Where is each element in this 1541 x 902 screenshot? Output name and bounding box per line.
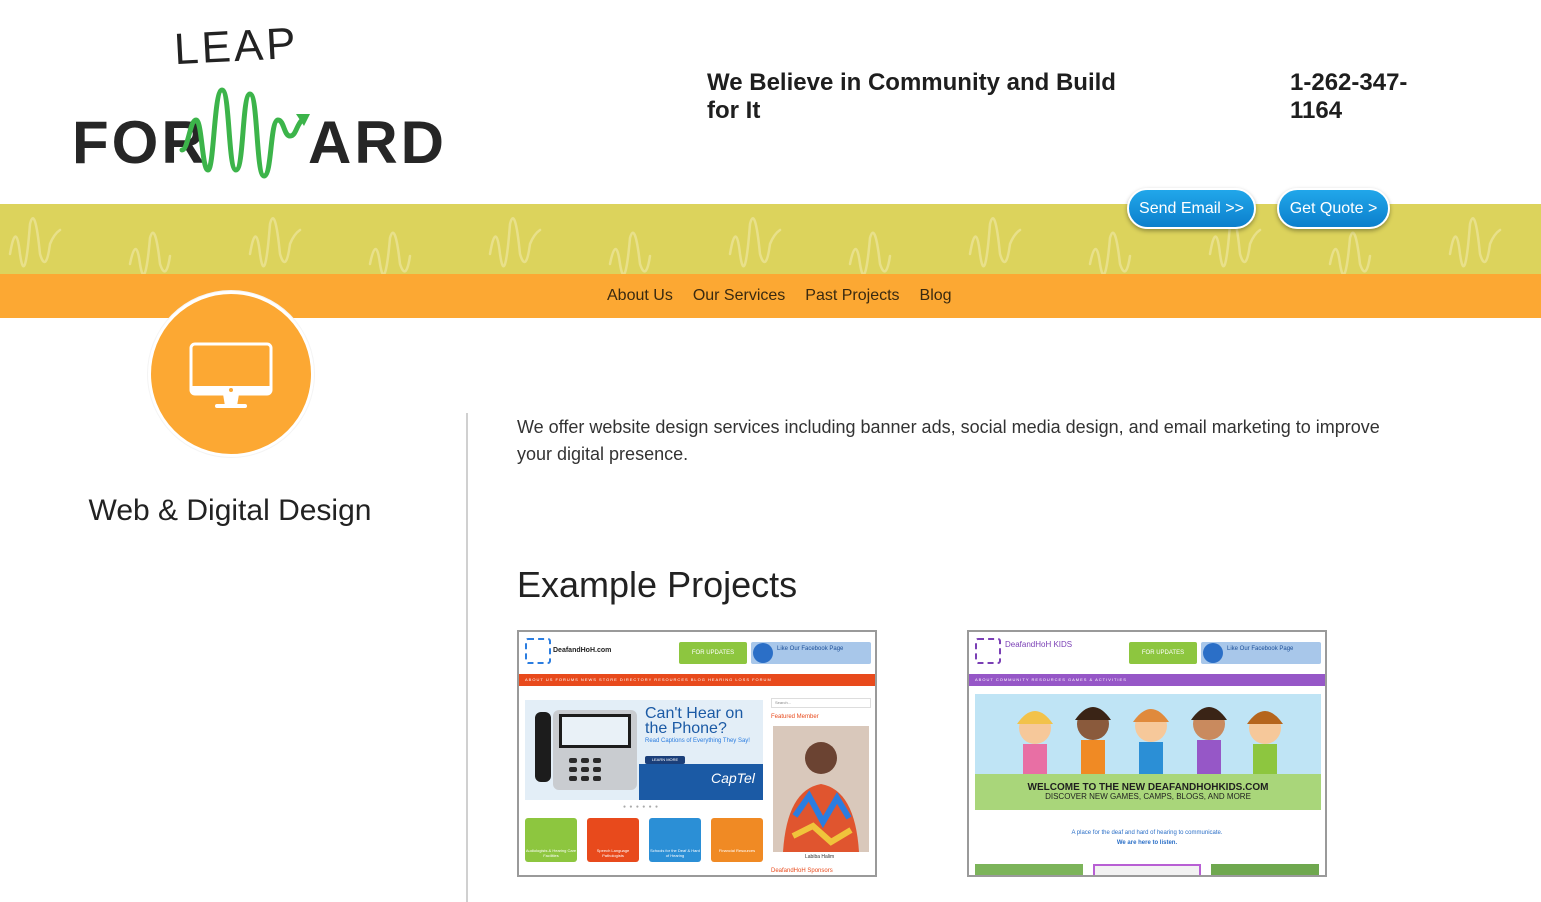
thumb-facebook-text: Like Our Facebook Page — [777, 646, 844, 652]
tagline: We Believe in Community and Build for It — [707, 69, 1116, 124]
thumb-updates-banner: FOR UPDATES — [679, 642, 747, 664]
thumb-kids-discover: DISCOVER NEW GAMES, CAMPS, BLOGS, AND MO… — [1045, 792, 1251, 801]
thumb-kids-photo — [1093, 864, 1201, 875]
thumbs-up-icon — [1203, 643, 1223, 663]
nav-blog[interactable]: Blog — [920, 287, 952, 305]
thumb-nav: ABOUT US FORUMS NEWS STORE DIRECTORY RES… — [519, 674, 875, 686]
thumb-hero-title: Can't Hear on the Phone? — [645, 705, 744, 737]
thumb-tile: Audiologists & Hearing Care Facilities — [525, 818, 577, 862]
thumb-member-name: Labiba Halim — [805, 854, 835, 860]
logo-ard-text: ARD — [308, 109, 447, 176]
hand-logo-icon — [975, 638, 1001, 664]
nav-about-us[interactable]: About Us — [607, 287, 673, 305]
phone-number[interactable]: 1-262-347-1164 — [1290, 69, 1440, 125]
captioned-phone-icon — [535, 710, 637, 790]
thumb-sidebar: Search... Featured Member Labiba Halim D… — [771, 698, 871, 875]
thumb-site-name: DeafandHoH.com — [553, 647, 612, 654]
thumb-nav: ABOUT COMMUNITY RESOURCES GAMES & ACTIVI… — [969, 674, 1325, 686]
thumb-search-field: Search... — [771, 698, 871, 708]
nav-past-projects[interactable]: Past Projects — [805, 287, 899, 305]
service-icon-circle — [148, 291, 314, 457]
thumb-kids-hero: WELCOME TO THE NEW DEAFANDHOHKIDS.COM DI… — [975, 694, 1321, 810]
thumb-updates-banner: FOR UPDATES — [1129, 642, 1197, 664]
thumb-nav-text: ABOUT US FORUMS NEWS STORE DIRECTORY RES… — [525, 677, 772, 682]
thumb-tile: Speech Language Pathologists — [587, 818, 639, 862]
thumb-header: DeafandHoH KIDS FOR UPDATES Like Our Fac… — [969, 632, 1325, 672]
thumb-kids-photo — [1211, 864, 1319, 875]
thumb-site-name: DeafandHoH KIDS — [1005, 640, 1073, 649]
thumb-kids-photo — [975, 864, 1083, 875]
nav-our-services[interactable]: Our Services — [693, 287, 785, 305]
thumb-sponsors-label: DeafandHoH Sponsors — [771, 868, 833, 874]
thumb-facebook-text: Like Our Facebook Page — [1227, 646, 1294, 652]
example-projects-heading: Example Projects — [517, 564, 798, 605]
thumb-tile: Schools for the Deaf & Hard of Hearing — [649, 818, 701, 862]
desktop-monitor-icon — [189, 342, 273, 408]
thumb-hero: Can't Hear on the Phone? Read Captions o… — [525, 700, 763, 800]
thumbs-up-icon — [753, 643, 773, 663]
thumb-category-tiles: Audiologists & Hearing Care Facilities S… — [525, 818, 765, 862]
service-title: Web & Digital Design — [88, 494, 372, 527]
vertical-divider — [466, 413, 468, 902]
send-email-button[interactable]: Send Email >> — [1127, 188, 1256, 229]
project-thumbnail-deafandhoh-kids[interactable]: DeafandHoH KIDS FOR UPDATES Like Our Fac… — [967, 630, 1327, 877]
thumb-featured-label: Featured Member — [771, 714, 819, 720]
thumb-kids-tagline: A place for the deaf and hard of hearing… — [1071, 830, 1223, 836]
thumb-facebook-banner: Like Our Facebook Page — [1201, 642, 1321, 664]
thumb-captel-logo: CapTel — [711, 770, 755, 786]
featured-member-photo — [773, 726, 869, 852]
thumb-facebook-banner: Like Our Facebook Page — [751, 642, 871, 664]
thumb-learn-more-button: LEARN MORE — [645, 756, 685, 764]
service-description: We offer website design services includi… — [517, 417, 1380, 464]
hand-logo-icon — [525, 638, 551, 664]
thumb-kids-tagline-bold: We are here to listen. — [1116, 840, 1178, 846]
carousel-dots-icon: ● ● ● ● ● ● — [623, 804, 660, 810]
logo-leap-text: LEAP — [172, 18, 300, 75]
get-quote-button[interactable]: Get Quote > — [1277, 188, 1390, 229]
logo-forward-wordmark: FOR ARD — [70, 87, 444, 180]
thumb-header: DeafandHoH.com FOR UPDATES Like Our Face… — [519, 632, 875, 672]
thumb-tile: Financial Resources — [711, 818, 763, 862]
page: LEAP FOR ARD We Believe in Community and… — [0, 0, 1541, 902]
sound-wave-icon — [179, 87, 310, 179]
project-thumbnail-deafandhoh[interactable]: DeafandHoH.com FOR UPDATES Like Our Face… — [517, 630, 877, 877]
thumb-nav-text: ABOUT COMMUNITY RESOURCES GAMES & ACTIVI… — [975, 677, 1127, 682]
thumb-hero-subtitle: Read Captions of Everything They Say! — [645, 738, 750, 744]
site-logo[interactable]: LEAP FOR ARD — [70, 18, 444, 182]
